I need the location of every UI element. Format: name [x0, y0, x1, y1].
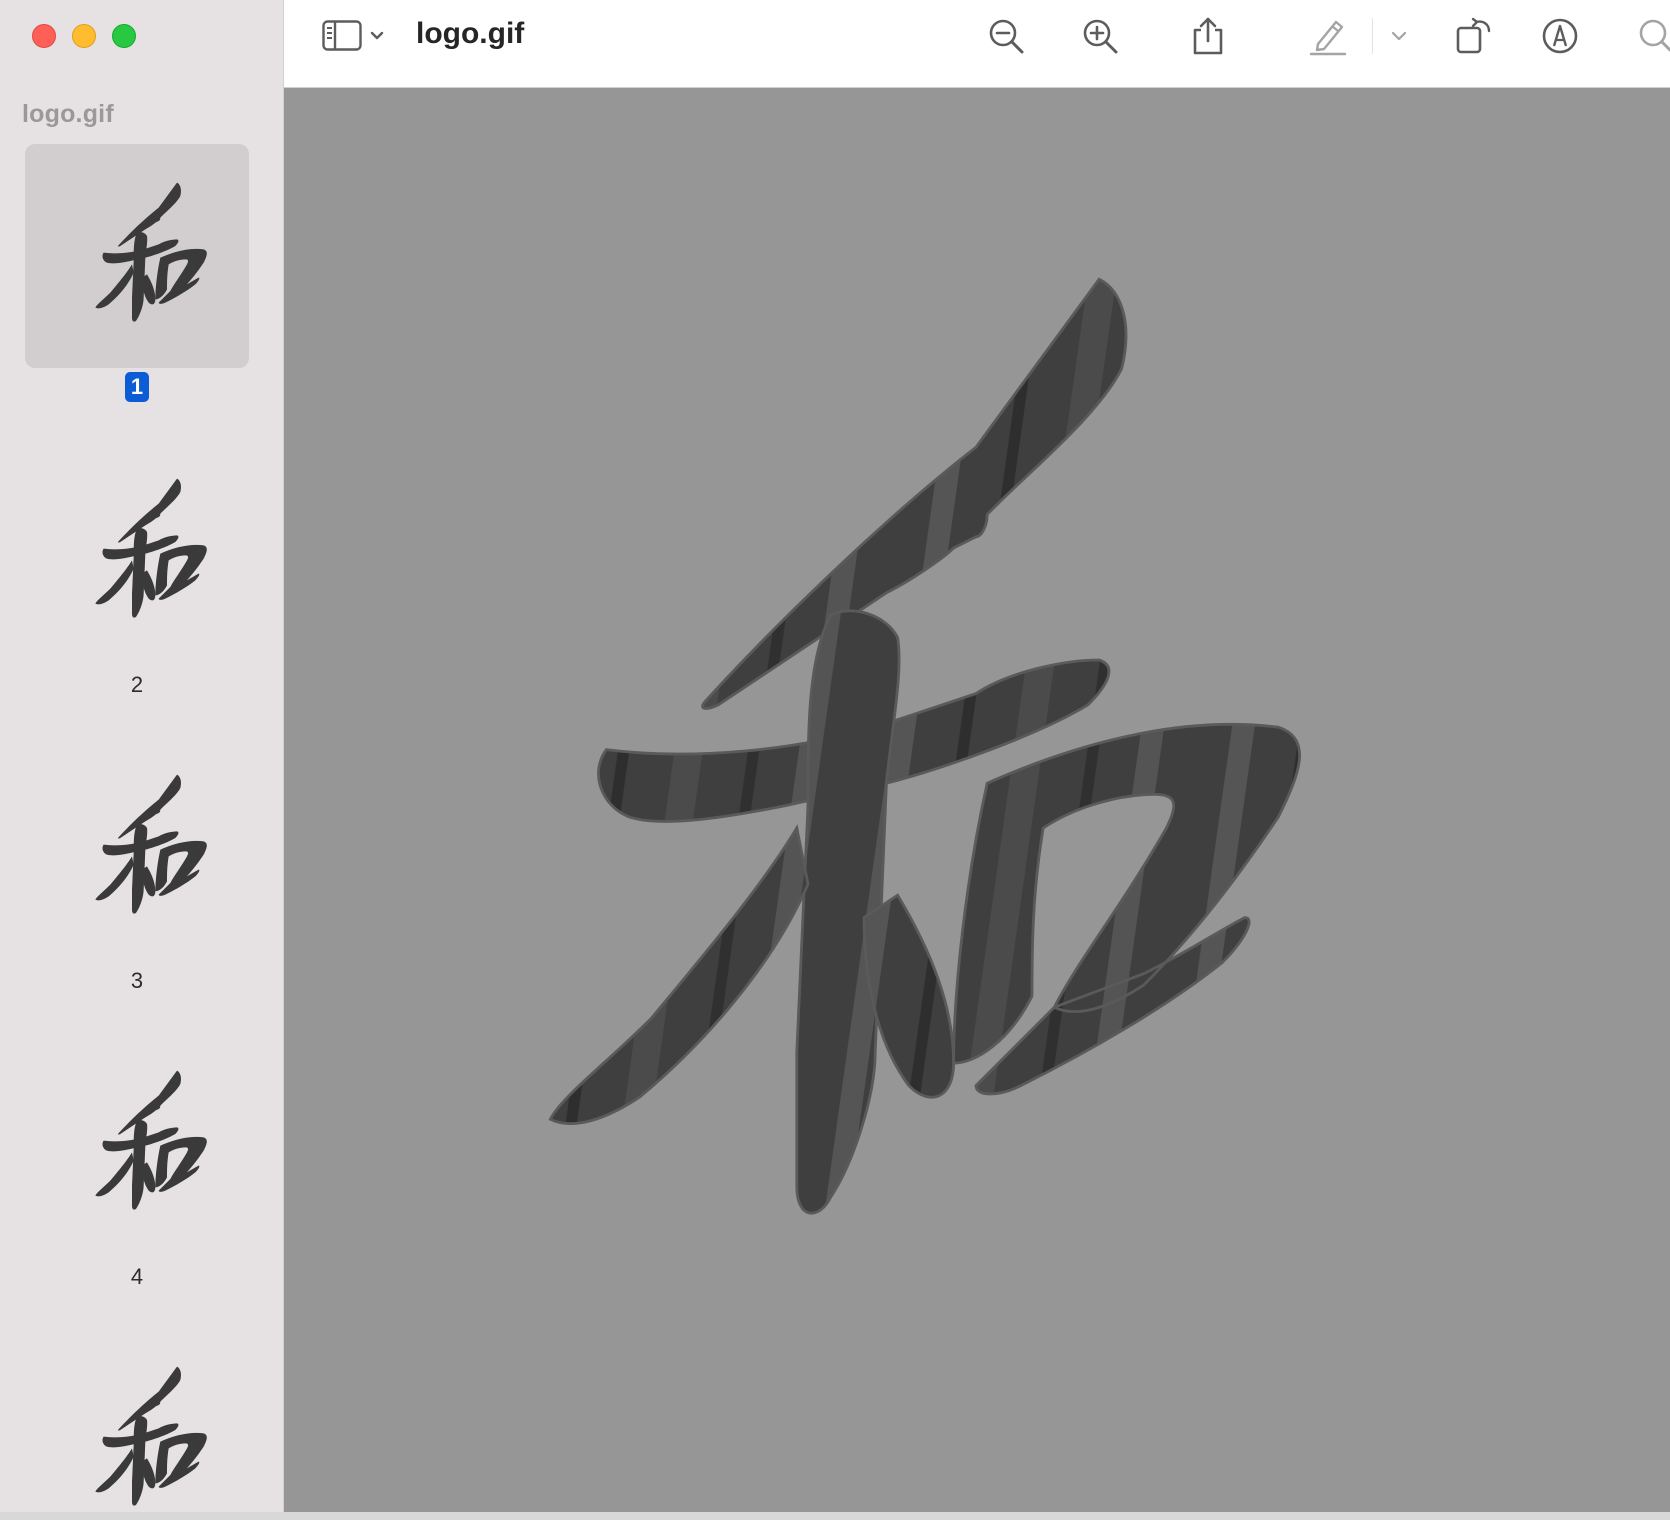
search-button[interactable]	[1634, 14, 1670, 58]
toolbar: logo.gif	[284, 0, 1670, 88]
zoom-out-button[interactable]	[982, 14, 1030, 58]
thumbnail-sidebar: logo.gif 1 2 3 4	[0, 0, 284, 1512]
image-canvas[interactable]	[284, 88, 1670, 1512]
kanji-thumbnail-image	[95, 1070, 207, 1210]
rotate-button[interactable]	[1450, 14, 1498, 58]
close-window-button[interactable]	[32, 24, 56, 48]
search-icon	[1639, 19, 1670, 52]
thumbnail-frame-3[interactable]	[25, 736, 249, 960]
highlight-button[interactable]	[1304, 14, 1352, 58]
kanji-logo-image	[284, 88, 1670, 1512]
toolbar-separator	[1372, 18, 1373, 54]
zoom-in-button[interactable]	[1076, 14, 1124, 58]
zoom-window-button[interactable]	[112, 24, 136, 48]
share-icon	[1193, 17, 1223, 55]
highlight-options-button[interactable]	[1384, 14, 1414, 58]
zoom-out-icon	[989, 19, 1024, 54]
thumbnail-label-2: 2	[130, 672, 144, 697]
kanji-thumbnail-image	[95, 182, 207, 322]
window-controls	[32, 24, 136, 48]
share-button[interactable]	[1184, 14, 1232, 58]
thumbnail-label-1: 1	[0, 372, 274, 402]
kanji-thumbnail-image	[95, 478, 207, 618]
rotate-icon	[1456, 17, 1491, 54]
thumbnail-frame-1[interactable]	[25, 144, 249, 368]
thumbnail-frame-4[interactable]	[25, 1032, 249, 1256]
kanji-thumbnail-image	[95, 1366, 207, 1506]
highlight-pen-icon	[1309, 20, 1347, 56]
minimize-window-button[interactable]	[72, 24, 96, 48]
kanji-thumbnail-image	[95, 774, 207, 914]
chevron-down-icon	[1391, 31, 1407, 41]
sidebar-document-title: logo.gif	[22, 100, 114, 128]
thumbnail-label-3: 3	[130, 968, 144, 993]
sidebar-toggle-button[interactable]	[320, 14, 390, 58]
markup-icon	[1542, 18, 1578, 54]
thumbnail-frame-2[interactable]	[25, 440, 249, 664]
window-bottom-edge	[0, 1512, 1670, 1520]
preview-window: logo.gif 1 2 3 4 logo.gif	[0, 0, 1670, 1520]
thumbnail-frame-5[interactable]	[25, 1328, 249, 1512]
thumbnail-label-4: 4	[130, 1264, 144, 1289]
sidebar-toggle-icon	[322, 20, 384, 51]
zoom-in-icon	[1083, 19, 1118, 54]
markup-button[interactable]	[1536, 14, 1584, 58]
document-title: logo.gif	[416, 17, 525, 50]
